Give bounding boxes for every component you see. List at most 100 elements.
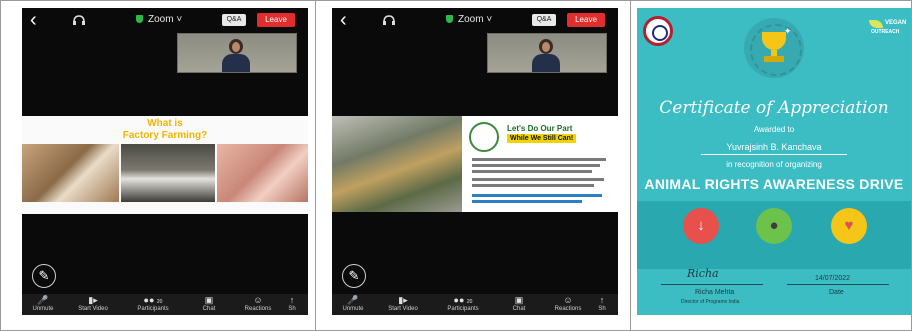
annotate-pen-icon[interactable]: ✎	[342, 264, 366, 288]
down-arrow-icon	[683, 208, 719, 244]
slide2-body-text	[472, 178, 604, 181]
cafeteria-photo	[332, 116, 462, 212]
trophy-icon	[762, 32, 786, 50]
recognition-text: in recognition of organizing	[726, 160, 822, 169]
cows-photo	[121, 144, 215, 202]
share-icon: ↑	[289, 295, 295, 305]
chat-button[interactable]: ▣ Chat	[182, 294, 236, 312]
sparkle-icon: ✦	[784, 26, 792, 36]
zoom-menu[interactable]: Zoom ˅	[136, 14, 182, 25]
share-icon: ↑	[599, 295, 605, 305]
start-video-button[interactable]: ▮▸ Start Video	[376, 294, 430, 312]
participants-count: 20	[156, 299, 163, 305]
awarded-to-label: Awarded to	[753, 125, 795, 134]
panel-divider-1	[315, 0, 316, 331]
signatory-name: Richa Mehta	[695, 289, 735, 296]
logo-line2: OUTREACH	[871, 29, 900, 35]
muted-mic-icon: 🎤	[347, 295, 359, 305]
shield-icon	[446, 15, 453, 23]
leave-button[interactable]: Leave	[567, 13, 605, 27]
participant-face	[232, 42, 240, 52]
start-video-label: Start Video	[388, 306, 418, 312]
signatory-title: Director of Programs India	[681, 299, 740, 305]
participants-icon: ●● 20	[143, 295, 163, 305]
date-label: Date	[829, 289, 844, 296]
recipient-underline	[701, 154, 847, 155]
participant-body	[222, 54, 250, 72]
chat-button[interactable]: ▣ Chat	[492, 294, 546, 312]
zoom-toolbar: 🎤 Unmute ▮▸ Start Video ●● 20 Participants …	[22, 294, 308, 315]
audio-icon[interactable]	[382, 14, 396, 26]
qa-button[interactable]: Q&A	[532, 14, 556, 26]
slide2-heading-line2: While We Still Can!	[507, 134, 577, 143]
muted-mic-icon: 🎤	[37, 295, 49, 305]
leave-button[interactable]: Leave	[257, 13, 295, 27]
unmute-label: Unmute	[342, 306, 364, 312]
participants-label: Participants	[137, 306, 169, 312]
date-value: 14/07/2022	[815, 275, 851, 282]
unmute-label: Unmute	[32, 306, 54, 312]
recipient-name: Yuvrajsinh B. Kanchava	[726, 142, 822, 152]
organization-seal-icon	[643, 16, 673, 46]
icon-band	[637, 201, 911, 269]
participant-video[interactable]	[487, 33, 607, 73]
shared-slide-green-tuesday: Let's Do Our Part While We Still Can!	[332, 116, 618, 212]
audio-icon[interactable]	[72, 14, 86, 26]
trophy-badge: ✦	[744, 18, 804, 78]
zoom-top-bar-2: ‹ Zoom ˅ Q&A Leave	[332, 8, 618, 34]
participants-button[interactable]: ●● 20 Participants	[436, 294, 490, 312]
zoom-menu[interactable]: Zoom ˅	[446, 14, 492, 25]
zoom-app-name: Zoom	[458, 14, 484, 25]
unmute-button[interactable]: 🎤 Unmute	[22, 294, 70, 312]
pigs-photo	[217, 144, 308, 202]
shield-icon	[136, 15, 143, 23]
annotate-pen-icon[interactable]: ✎	[32, 264, 56, 288]
panel-divider-2	[630, 0, 631, 331]
date-line	[787, 284, 889, 285]
video-off-icon: ▮▸	[398, 295, 408, 305]
chat-label: Chat	[512, 306, 526, 312]
vegan-outreach-logo: VEGAN OUTREACH	[869, 20, 907, 40]
logo-line1: VEGAN	[885, 20, 907, 26]
certificate-of-appreciation: VEGAN OUTREACH ✦ Certificate of Apprecia…	[637, 8, 911, 315]
slide2-body-text	[472, 164, 600, 167]
heart-icon	[831, 208, 867, 244]
video-off-icon: ▮▸	[88, 295, 98, 305]
chat-icon: ▣	[204, 295, 214, 305]
zoom-toolbar-2: 🎤 Unmute ▮▸ Start Video ●● 20 Participants …	[332, 294, 618, 315]
signature-line	[661, 284, 763, 285]
slide-title-line1: What is	[147, 118, 183, 129]
participants-button[interactable]: ●● 20 Participants	[126, 294, 180, 312]
slide2-body-text	[472, 170, 592, 173]
share-button[interactable]: ↑ Sh	[586, 294, 618, 312]
start-video-label: Start Video	[78, 306, 108, 312]
certificate-title: Certificate of Appreciation	[659, 98, 889, 118]
start-video-button[interactable]: ▮▸ Start Video	[66, 294, 120, 312]
slide2-body-text	[472, 158, 606, 161]
qa-button[interactable]: Q&A	[222, 14, 246, 26]
back-arrow-icon[interactable]: ‹	[30, 10, 37, 30]
unmute-button[interactable]: 🎤 Unmute	[332, 294, 380, 312]
chat-label: Chat	[202, 306, 216, 312]
participant-video[interactable]	[177, 33, 297, 73]
share-label: Sh	[288, 306, 296, 312]
zoom-screen-1: ‹ Zoom ˅ Q&A Leave What is Factory Farmi…	[22, 8, 308, 315]
event-name: ANIMAL RIGHTS AWARENESS DRIVE	[644, 176, 904, 192]
zoom-screen-2: ‹ Zoom ˅ Q&A Leave Let's Do Our Part Whi…	[332, 8, 618, 315]
zoom-app-name: Zoom	[148, 14, 174, 25]
trophy-base	[764, 56, 784, 62]
participants-icon: ●● 20	[453, 295, 473, 305]
signature: Richa	[687, 267, 719, 280]
leaf-icon	[869, 20, 883, 28]
share-button[interactable]: ↑ Sh	[276, 294, 308, 312]
slide-title-line2: Factory Farming?	[122, 130, 208, 141]
participant-face	[542, 42, 550, 52]
slide2-link-text	[472, 200, 582, 203]
participants-label: Participants	[447, 306, 479, 312]
slide2-link-text	[472, 194, 602, 197]
chickens-photo	[22, 144, 119, 202]
share-label: Sh	[598, 306, 606, 312]
participant-body	[532, 54, 560, 72]
back-arrow-icon[interactable]: ‹	[340, 10, 347, 30]
reactions-label: Reactions	[554, 306, 582, 312]
